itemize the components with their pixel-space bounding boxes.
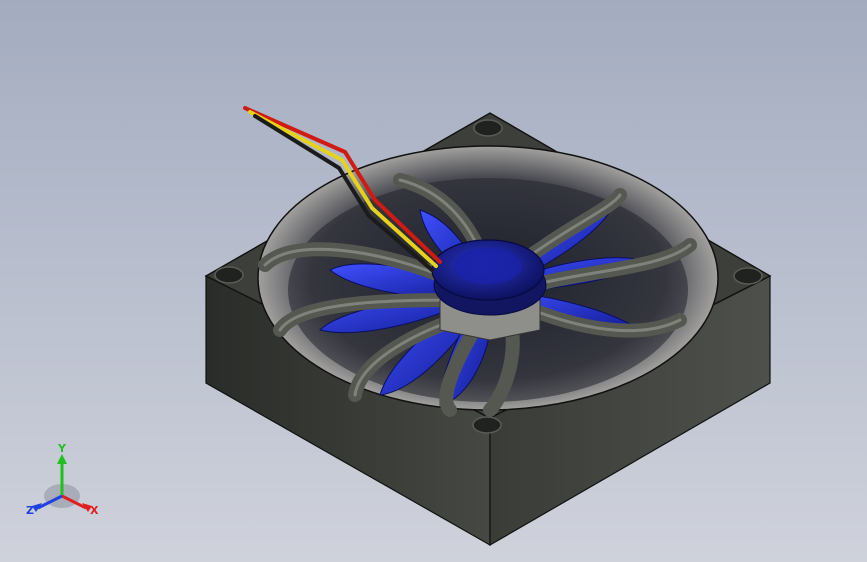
y-axis-label: Y <box>58 442 66 455</box>
graphics-viewport[interactable]: Y X Z <box>0 0 867 562</box>
fan-hub <box>431 239 547 341</box>
z-axis-label: Z <box>26 504 34 517</box>
x-axis-label: X <box>90 504 99 517</box>
fan-model[interactable] <box>0 0 867 562</box>
orientation-triad: Y X Z <box>24 442 104 528</box>
